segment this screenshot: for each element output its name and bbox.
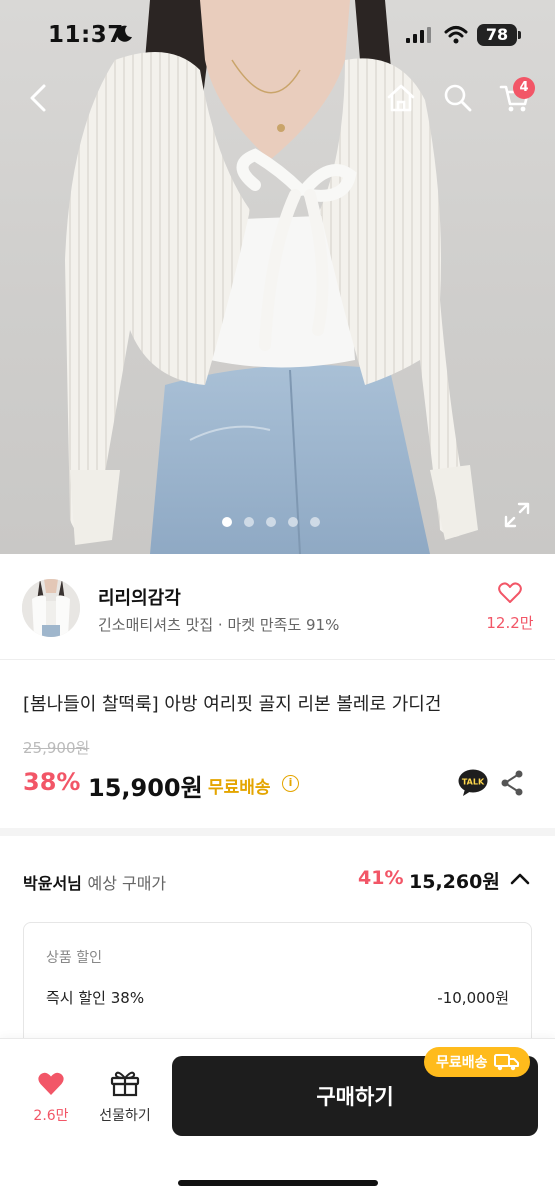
free-shipping-label: 무료배송 bbox=[208, 778, 271, 798]
gallery-dot[interactable] bbox=[222, 517, 232, 527]
member-name: 박윤서님 bbox=[23, 874, 82, 893]
bottom-action-bar: 2.6만 선물하기 구매하기 무료배송 bbox=[0, 1038, 555, 1200]
search-button[interactable] bbox=[440, 80, 476, 116]
chevron-up-icon[interactable] bbox=[510, 872, 530, 886]
gift-icon bbox=[110, 1071, 140, 1097]
seller-name[interactable]: 리리의감각 bbox=[98, 584, 181, 610]
product-info: [봄나들이 찰떡룩] 아방 여리핏 골지 리본 볼레로 가디건 25,900원 … bbox=[0, 660, 555, 836]
talk-label: TALK bbox=[462, 778, 485, 787]
fullscreen-expand-icon[interactable] bbox=[502, 500, 532, 530]
member-discount-rate: 41% bbox=[358, 867, 404, 889]
seller-section[interactable]: 리리의감각 긴소매티셔츠 맛집 · 마켓 만족도 91% 12.2만 bbox=[0, 554, 555, 660]
member-expected-price[interactable]: 박윤서님 예상 구매가 41% 15,260원 bbox=[0, 844, 555, 916]
heart-outline-icon bbox=[498, 582, 522, 603]
seller-avatar[interactable] bbox=[22, 579, 80, 637]
gallery-dot[interactable] bbox=[288, 517, 298, 527]
home-indicator bbox=[178, 1180, 378, 1186]
seller-like-button[interactable]: 12.2만 bbox=[486, 582, 534, 633]
status-bar: 11:37 78 bbox=[0, 0, 555, 70]
home-icon bbox=[387, 84, 415, 112]
member-price: 15,260원 bbox=[409, 871, 500, 893]
free-shipping-badge: 무료배송 bbox=[424, 1047, 530, 1077]
cellular-signal-icon bbox=[406, 27, 431, 43]
back-button[interactable] bbox=[20, 80, 56, 116]
talk-button[interactable]: TALK bbox=[458, 769, 488, 801]
member-name-line: 박윤서님 예상 구매가 bbox=[23, 870, 166, 894]
discount-item-label: 즉시 할인 38% bbox=[46, 989, 145, 1007]
share-button[interactable] bbox=[499, 769, 525, 801]
status-time: 11:37 bbox=[48, 22, 124, 48]
info-icon[interactable]: i bbox=[282, 775, 299, 792]
gift-button[interactable]: 선물하기 bbox=[92, 1069, 158, 1125]
gift-label: 선물하기 bbox=[99, 1108, 151, 1124]
share-icon bbox=[501, 770, 523, 796]
do-not-disturb-icon bbox=[116, 25, 132, 42]
gallery-dot[interactable] bbox=[266, 517, 276, 527]
gallery-dot[interactable] bbox=[244, 517, 254, 527]
original-price: 25,900원 bbox=[23, 739, 90, 757]
heart-filled-icon bbox=[38, 1072, 64, 1095]
seller-description: 긴소매티셔츠 맛집 · 마켓 만족도 91% bbox=[98, 616, 340, 634]
sale-price: 15,900원 bbox=[88, 774, 203, 802]
product-image-gallery[interactable]: 11:37 78 4 bbox=[0, 0, 555, 554]
cart-count-badge: 4 bbox=[513, 77, 535, 99]
discount-item-amount: -10,000원 bbox=[437, 989, 509, 1007]
wifi-icon bbox=[444, 26, 468, 44]
gallery-dot[interactable] bbox=[310, 517, 320, 527]
kakaotalk-icon: TALK bbox=[458, 769, 488, 796]
discount-header: 상품 할인 bbox=[46, 950, 102, 966]
chevron-left-icon bbox=[30, 84, 46, 112]
discount-rate: 38% bbox=[23, 768, 81, 796]
like-button[interactable]: 2.6만 bbox=[26, 1071, 76, 1125]
like-count: 2.6만 bbox=[33, 1108, 69, 1124]
gallery-pagination[interactable] bbox=[222, 517, 320, 527]
expected-price-label: 예상 구매가 bbox=[87, 874, 167, 893]
product-title: [봄나들이 찰떡룩] 아방 여리핏 골지 리본 볼레로 가디건 bbox=[23, 694, 442, 715]
battery-indicator: 78 bbox=[477, 24, 521, 46]
seller-avatar-image bbox=[22, 579, 80, 637]
search-icon bbox=[444, 84, 472, 112]
free-shipping-badge-label: 무료배송 bbox=[436, 1055, 488, 1071]
home-button[interactable] bbox=[383, 80, 419, 116]
delivery-truck-icon bbox=[493, 1054, 519, 1071]
seller-like-count: 12.2만 bbox=[486, 614, 534, 632]
